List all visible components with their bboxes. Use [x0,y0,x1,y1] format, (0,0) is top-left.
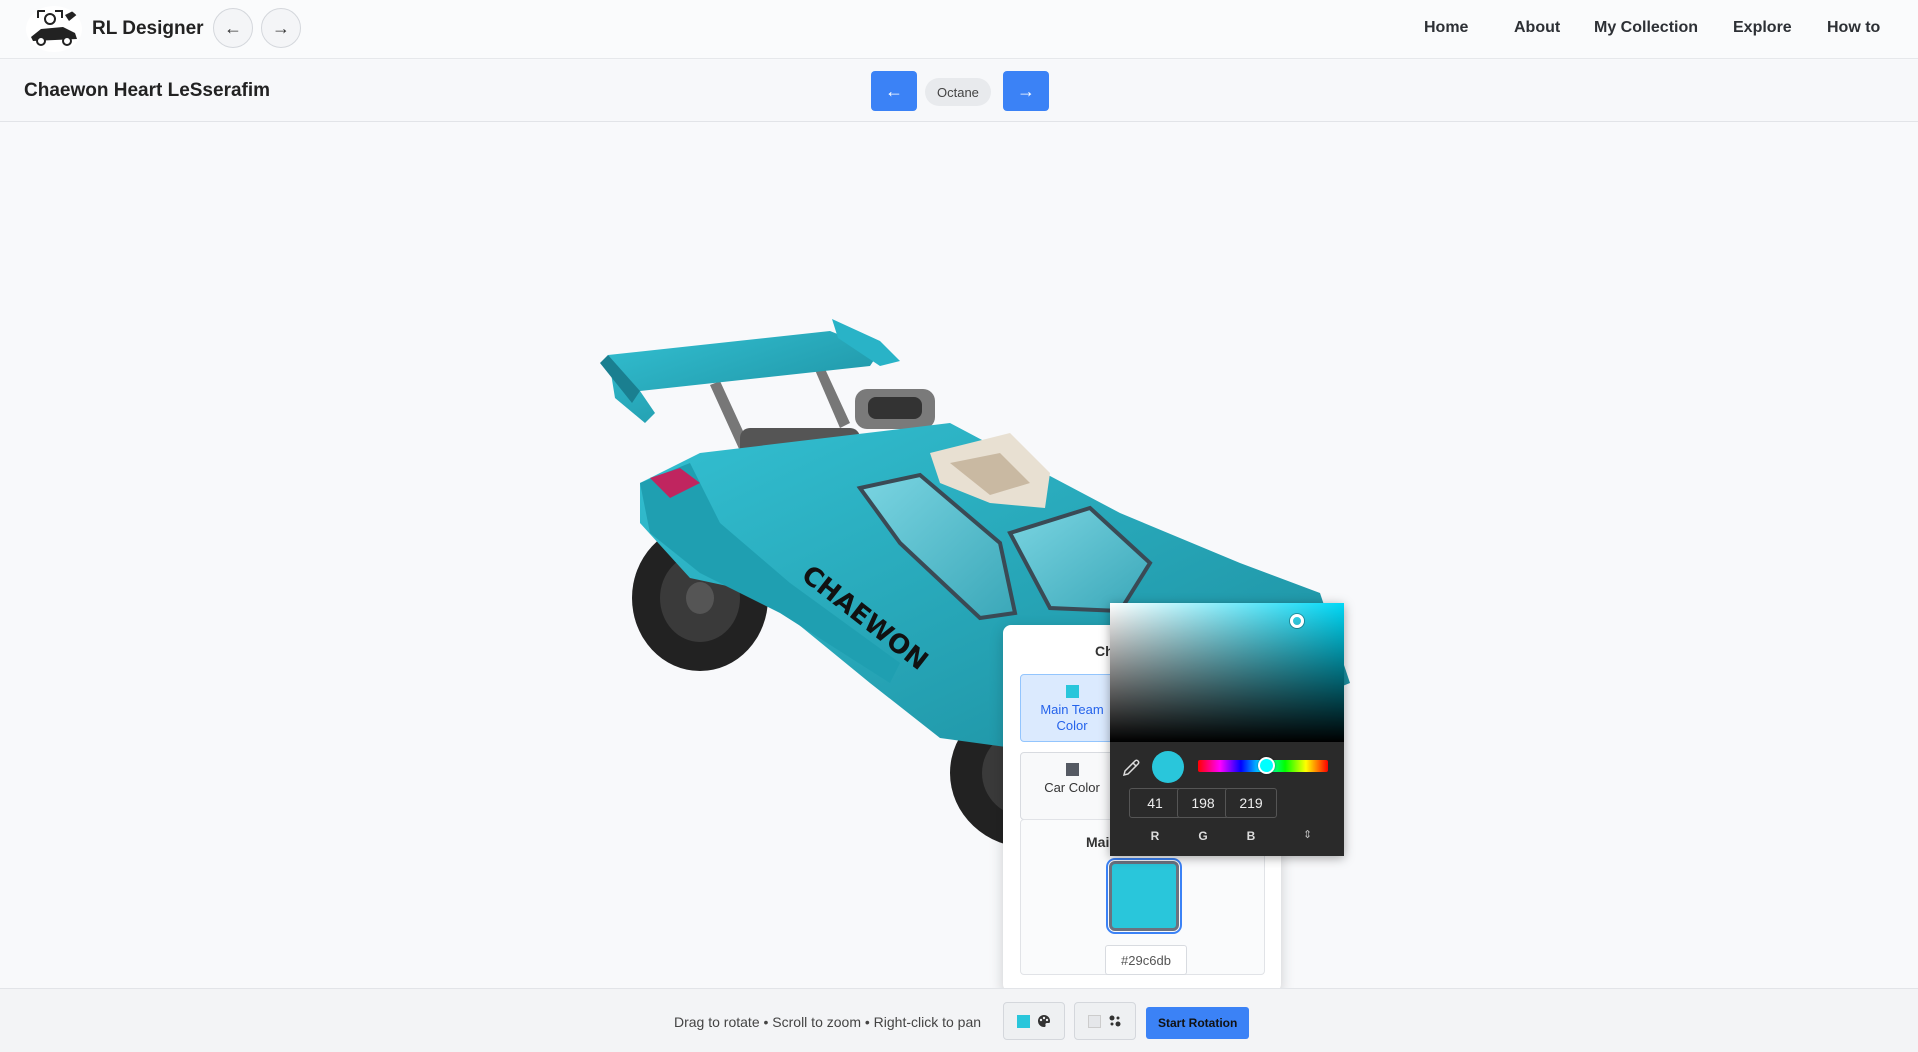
next-model-button[interactable]: → [1003,71,1049,111]
nav-explore[interactable]: Explore [1733,19,1792,37]
nav-my-collection[interactable]: My Collection [1594,19,1698,37]
hue-slider-thumb[interactable] [1258,757,1275,774]
option-label-line1: Car Color [1044,780,1100,795]
main-color-swatch[interactable] [1106,858,1182,934]
arrow-right-icon: → [272,17,290,38]
arrow-left-icon: ← [885,80,903,101]
red-input[interactable]: 41 [1129,788,1181,818]
start-rotation-button[interactable]: Start Rotation [1146,1007,1250,1039]
color-swatch [1017,1014,1030,1028]
model-name-badge: Octane [925,78,991,106]
nav-home[interactable]: Home [1424,19,1468,37]
option-label-line2: Color [1056,718,1088,733]
nav-about[interactable]: About [1514,19,1560,37]
decal-panel-toggle-button[interactable] [1074,1002,1136,1040]
brand[interactable]: RL Designer [26,6,204,52]
viewer-toolbar: Drag to rotate • Scroll to zoom • Right-… [0,988,1918,1052]
decal-swatch [1088,1014,1101,1028]
settings-icon [1109,1015,1121,1027]
saturation-value-area[interactable] [1110,603,1344,742]
green-input[interactable]: 198 [1177,788,1229,818]
arrow-left-icon: ← [224,17,242,38]
car-color-option[interactable]: Car Color [1020,752,1124,820]
color-mode-toggle-icon[interactable]: ⇕ [1303,828,1312,841]
hex-value[interactable]: #29c6db [1105,945,1187,975]
blue-label: B [1246,829,1256,843]
history-forward-button[interactable]: → [261,8,301,48]
blue-input[interactable]: 219 [1225,788,1277,818]
arrow-right-icon: → [1017,80,1035,101]
previous-model-button[interactable]: ← [871,71,917,111]
eyedropper-icon[interactable] [1121,758,1141,778]
color-swatch [1065,685,1079,698]
current-color-preview [1152,751,1184,783]
color-swatch [1065,763,1079,776]
car-3d-model[interactable]: CHAEWON [0,123,1918,988]
color-picker-popover: 41 198 219 R G B ⇕ [1110,603,1344,856]
history-back-button[interactable]: ← [213,8,253,48]
hue-slider[interactable] [1198,757,1328,774]
green-label: G [1198,829,1208,843]
red-label: R [1150,829,1160,843]
color-panel-toggle-button[interactable] [1003,1002,1065,1040]
brand-name: RL Designer [92,18,204,39]
main-color-label: Mai [1086,834,1110,850]
nav-how-to[interactable]: How to [1827,19,1880,37]
option-label-line1: Main Team [1040,702,1104,717]
design-title: Chaewon Heart LeSserafim [24,80,271,101]
logo-car-icon [26,6,82,52]
controls-hint: Drag to rotate • Scroll to zoom • Right-… [674,1014,982,1030]
main-team-color-option[interactable]: Main Team Color [1020,674,1124,742]
design-header: Chaewon Heart LeSserafim ← Octane → [0,60,1918,122]
palette-icon [1038,1015,1050,1027]
top-navbar: RL Designer ← → Home About My Collection… [0,0,1918,59]
saturation-cursor[interactable] [1290,614,1304,628]
3d-viewport[interactable]: CHAEWON [0,123,1918,988]
